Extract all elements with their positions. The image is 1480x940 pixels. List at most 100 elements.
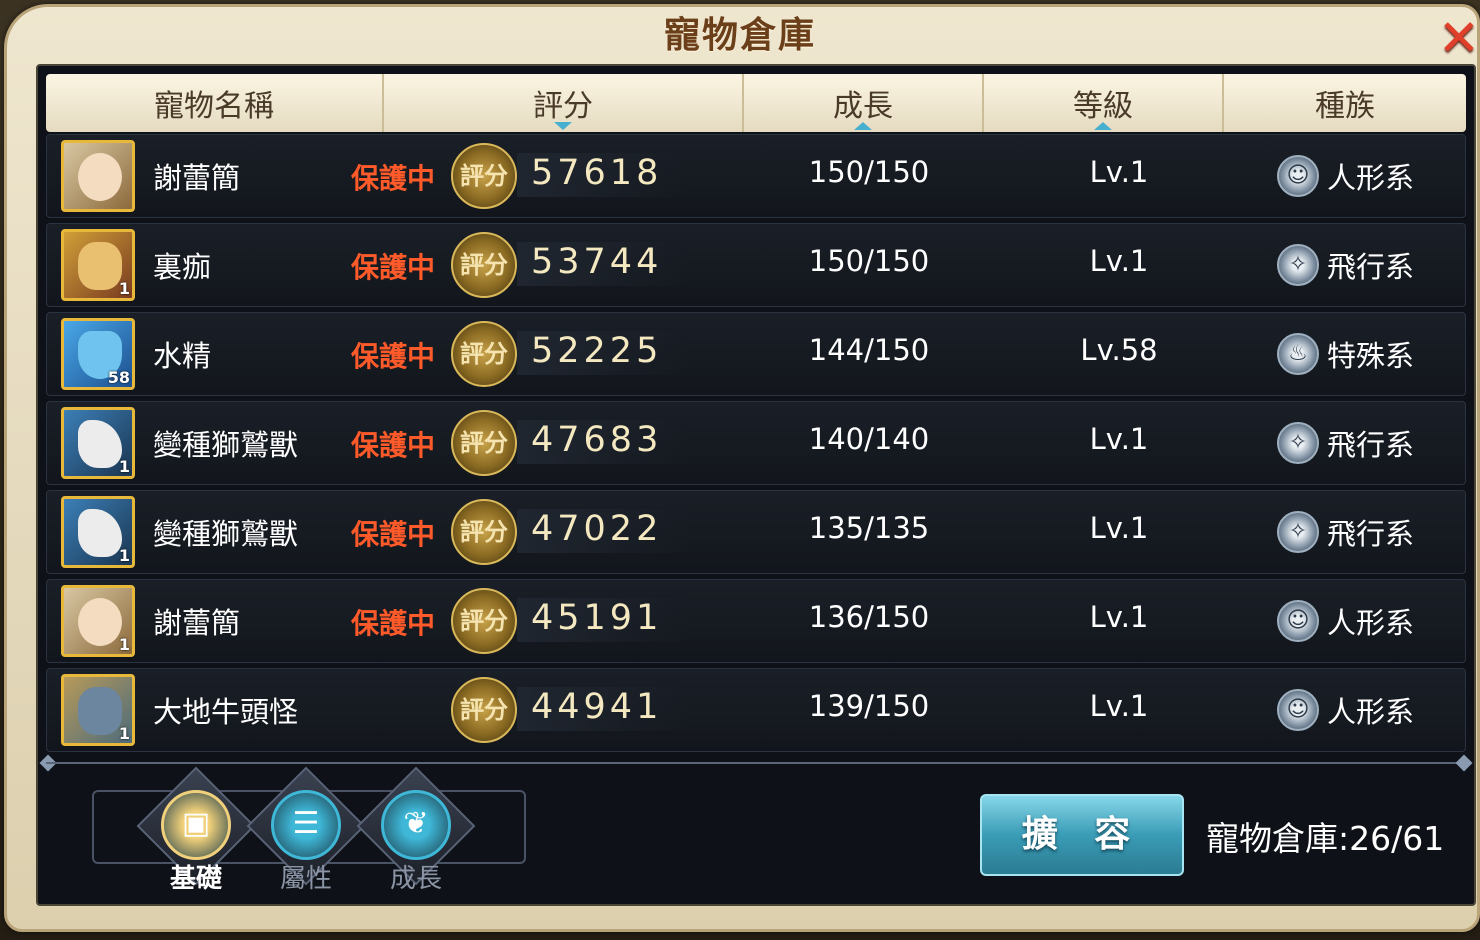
pet-score: 47022: [531, 509, 663, 549]
pet-race: 飛行系: [1327, 250, 1415, 284]
column-header-score[interactable]: 評分: [384, 74, 744, 132]
pet-list: 謝蕾簡 保護中 評分 57618 150/150 Lv.1 ☺ 人形系 1 裏痂 保護中 評分 5374…: [46, 134, 1466, 757]
pet-row[interactable]: 謝蕾簡 保護中 評分 57618 150/150 Lv.1 ☺ 人形系: [46, 134, 1466, 218]
pet-level: Lv.1: [1089, 244, 1149, 278]
pet-row[interactable]: 1 變種獅鷲獸 保護中 評分 47683 140/140 Lv.1 ✧ 飛行系: [46, 401, 1466, 485]
humanoid-icon: ☺: [1277, 689, 1319, 731]
flying-icon: ✧: [1277, 422, 1319, 464]
protected-status: 保護中: [351, 607, 436, 640]
box-icon: ▣: [181, 806, 211, 841]
pet-level: Lv.1: [1089, 155, 1149, 189]
pet-growth: 150/150: [808, 155, 930, 189]
humanoid-icon: ☺: [1277, 600, 1319, 642]
pet-name: 變種獅鷲獸: [153, 517, 299, 551]
pet-avatar[interactable]: [61, 140, 135, 212]
avatar-level: 1: [118, 724, 130, 743]
divider: [46, 762, 1466, 764]
pet-row[interactable]: 58 水精 保護中 評分 52225 144/150 Lv.58 ♨ 特殊系: [46, 312, 1466, 396]
flying-icon: ✧: [1277, 511, 1319, 553]
protected-status: 保護中: [351, 162, 436, 195]
pet-row[interactable]: 1 謝蕾簡 保護中 評分 45191 136/150 Lv.1 ☺ 人形系: [46, 579, 1466, 663]
pet-score: 52225: [531, 331, 663, 371]
column-header-label: 寵物名稱: [154, 89, 274, 124]
pet-avatar[interactable]: 1: [61, 407, 135, 479]
pet-growth: 140/140: [808, 422, 930, 456]
pet-race: 飛行系: [1327, 517, 1415, 551]
pet-portrait-icon: [78, 509, 122, 557]
pet-score: 53744: [531, 242, 663, 282]
pet-growth: 139/150: [808, 689, 930, 723]
score-badge-icon: 評分: [451, 232, 517, 298]
pet-portrait-icon: [78, 242, 122, 290]
avatar-level: 1: [118, 635, 130, 654]
pet-level: Lv.58: [1080, 333, 1158, 367]
special-icon: ♨: [1277, 333, 1319, 375]
pet-level: Lv.1: [1089, 600, 1149, 634]
avatar-level: 1: [118, 279, 130, 298]
pet-level: Lv.1: [1089, 689, 1149, 723]
pet-growth: 150/150: [808, 244, 930, 278]
column-header-label: 評分: [533, 89, 593, 124]
list-icon: ☰: [292, 806, 320, 841]
protected-status: 保護中: [351, 340, 436, 373]
pet-race: 飛行系: [1327, 428, 1415, 462]
pet-name: 變種獅鷲獸: [153, 428, 299, 462]
storage-capacity: 寵物倉庫:26/61: [1206, 819, 1445, 858]
pet-name: 水精: [153, 339, 212, 373]
column-header-level[interactable]: 等級: [984, 74, 1224, 132]
pet-race: 特殊系: [1327, 339, 1415, 373]
pet-level: Lv.1: [1089, 422, 1149, 456]
avatar-level: 1: [118, 457, 130, 476]
pet-row[interactable]: 1 大地牛頭怪 評分 44941 139/150 Lv.1 ☺ 人形系: [46, 668, 1466, 752]
pet-avatar[interactable]: 1: [61, 585, 135, 657]
pet-portrait-icon: [78, 420, 122, 468]
protected-status: 保護中: [351, 429, 436, 462]
window-title: 寵物倉庫: [663, 15, 816, 56]
pet-avatar[interactable]: 1: [61, 229, 135, 301]
score-badge-icon: 評分: [451, 588, 517, 654]
pet-race: 人形系: [1327, 161, 1415, 195]
pet-score: 47683: [531, 420, 663, 460]
flying-icon: ✧: [1277, 244, 1319, 286]
score-badge-icon: 評分: [451, 677, 517, 743]
protected-status: 保護中: [351, 251, 436, 284]
tab-label: 屬性: [279, 864, 332, 894]
expand-capacity-button[interactable]: 擴 容: [980, 794, 1184, 876]
pet-race: 人形系: [1327, 606, 1415, 640]
pet-avatar[interactable]: 1: [61, 496, 135, 568]
pet-row[interactable]: 1 裏痂 保護中 評分 53744 150/150 Lv.1 ✧ 飛行系: [46, 223, 1466, 307]
pet-avatar[interactable]: 1: [61, 674, 135, 746]
close-icon[interactable]: ✕: [1438, 13, 1480, 64]
pet-name: 大地牛頭怪: [153, 695, 299, 729]
pet-score: 45191: [531, 598, 663, 638]
sort-asc-icon: [854, 122, 872, 130]
avatar-level: 58: [107, 368, 130, 387]
humanoid-icon: ☺: [1277, 155, 1319, 197]
sort-asc-icon: [1094, 122, 1112, 130]
table-header: 寵物名稱 評分 成長 等級 種族: [46, 74, 1466, 132]
column-header-race[interactable]: 種族: [1224, 74, 1466, 132]
pet-growth: 144/150: [808, 333, 930, 367]
column-header-name[interactable]: 寵物名稱: [46, 74, 384, 132]
pet-name: 謝蕾簡: [153, 606, 241, 640]
column-header-growth[interactable]: 成長: [744, 74, 984, 132]
leaf-icon: ❦: [403, 806, 429, 841]
score-badge-icon: 評分: [451, 143, 517, 209]
score-badge-icon: 評分: [451, 321, 517, 387]
column-header-label: 等級: [1073, 89, 1133, 124]
pet-score: 57618: [531, 153, 663, 193]
tab-label: 基礎: [169, 864, 222, 894]
score-badge-icon: 評分: [451, 499, 517, 565]
pet-row[interactable]: 1 變種獅鷲獸 保護中 評分 47022 135/135 Lv.1 ✧ 飛行系: [46, 490, 1466, 574]
score-badge-icon: 評分: [451, 410, 517, 476]
pet-name: 謝蕾簡: [153, 161, 241, 195]
column-header-label: 成長: [833, 89, 893, 124]
avatar-level: 1: [118, 546, 130, 565]
pet-growth: 135/135: [808, 511, 930, 545]
protected-status: 保護中: [351, 518, 436, 551]
sort-desc-icon: [554, 122, 572, 130]
tab-label: 成長: [389, 864, 442, 894]
column-header-label: 種族: [1315, 89, 1375, 124]
pet-avatar[interactable]: 58: [61, 318, 135, 390]
pet-portrait-icon: [78, 153, 122, 201]
